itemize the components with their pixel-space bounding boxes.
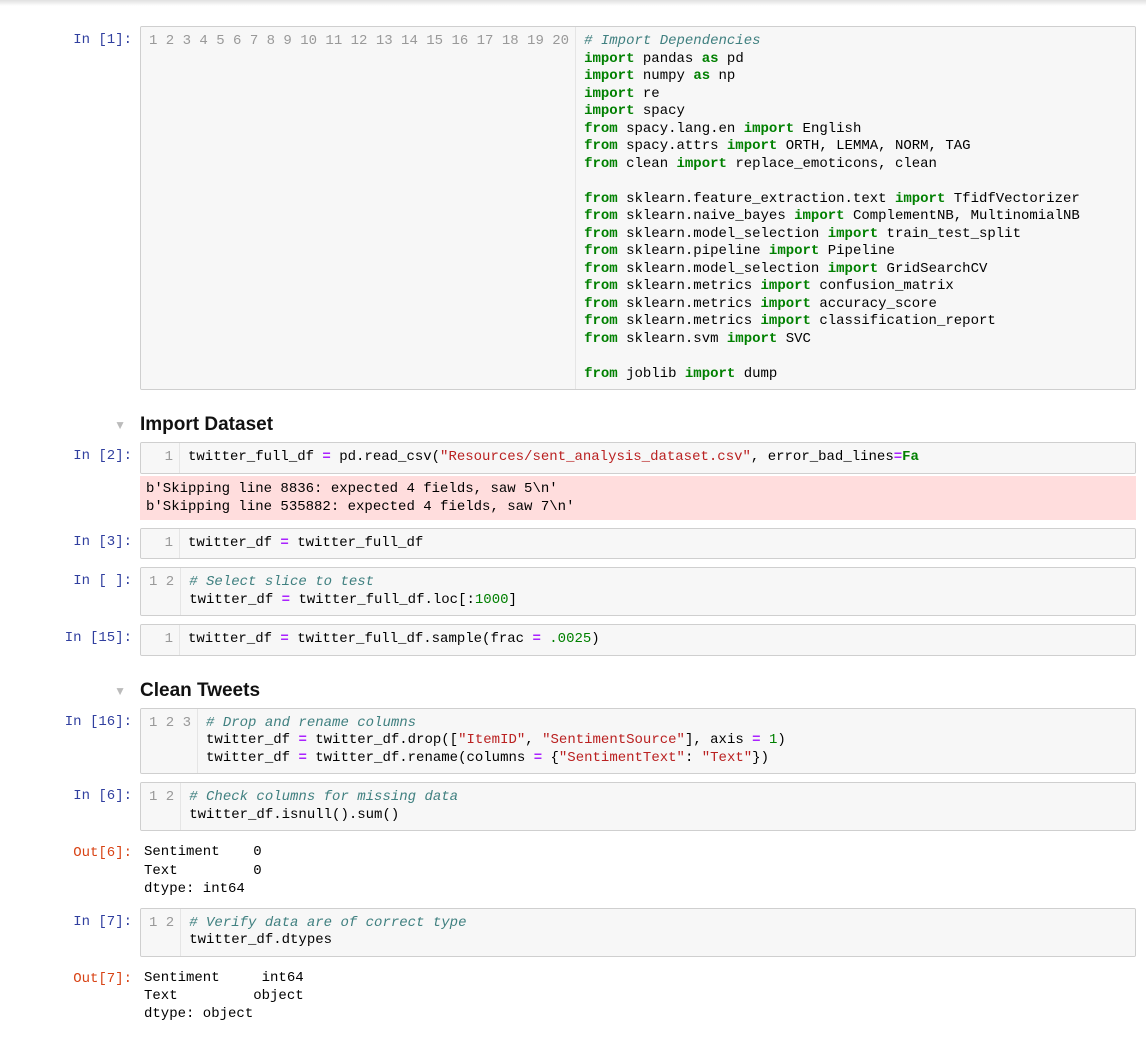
cell-content: 1 2 3 # Drop and rename columns twitter_… (140, 708, 1136, 775)
line-number-gutter: 1 2 (141, 783, 181, 830)
input-prompt: In [15]: (10, 624, 140, 656)
line-number-gutter: 1 2 3 4 5 6 7 8 9 10 11 12 13 14 15 16 1… (141, 27, 576, 389)
code-input-area[interactable]: 1 twitter_df = twitter_full_df.sample(fr… (140, 624, 1136, 656)
code-body[interactable]: twitter_df = twitter_full_df.sample(frac… (180, 625, 1135, 655)
code-input-area[interactable]: 1 twitter_df = twitter_full_df (140, 528, 1136, 560)
output-prompt: Out[7]: (10, 965, 140, 1026)
input-prompt: In [1]: (10, 26, 140, 390)
heading-text: Clean Tweets (140, 680, 260, 702)
output-prompt: Out[6]: (10, 839, 140, 900)
code-body[interactable]: # Import Dependencies import pandas as p… (576, 27, 1135, 389)
code-cell: In [15]: 1 twitter_df = twitter_full_df.… (10, 622, 1136, 658)
cell-content: 1 twitter_full_df = pd.read_csv("Resourc… (140, 442, 1136, 520)
collapse-toggle[interactable]: ▼ (10, 418, 140, 432)
line-number-gutter: 1 (141, 529, 180, 559)
code-input-area[interactable]: 1 2 # Check columns for missing data twi… (140, 782, 1136, 831)
cell-content: 1 2 # Select slice to test twitter_df = … (140, 567, 1136, 616)
collapse-toggle[interactable]: ▼ (10, 684, 140, 698)
chevron-down-icon: ▼ (114, 418, 126, 432)
heading-text: Import Dataset (140, 414, 273, 436)
cell-content: 1 twitter_df = twitter_full_df (140, 528, 1136, 560)
code-cell: In [16]: 1 2 3 # Drop and rename columns… (10, 706, 1136, 777)
code-body[interactable]: # Select slice to test twitter_df = twit… (181, 568, 1135, 615)
code-input-area[interactable]: 1 twitter_full_df = pd.read_csv("Resourc… (140, 442, 1136, 474)
code-body[interactable]: twitter_df = twitter_full_df (180, 529, 1135, 559)
code-body[interactable]: # Check columns for missing data twitter… (181, 783, 1135, 830)
code-input-area[interactable]: 1 2 3 # Drop and rename columns twitter_… (140, 708, 1136, 775)
stderr-output: b'Skipping line 8836: expected 4 fields,… (140, 476, 1136, 520)
line-number-gutter: 1 2 (141, 909, 181, 956)
cell-content: Sentiment int64 Text object dtype: objec… (140, 965, 1136, 1026)
code-body[interactable]: twitter_full_df = pd.read_csv("Resources… (180, 443, 1135, 473)
text-output: Sentiment int64 Text object dtype: objec… (140, 965, 1136, 1026)
code-body[interactable]: # Verify data are of correct type twitte… (181, 909, 1135, 956)
input-prompt: In [7]: (10, 908, 140, 957)
output-cell: Out[7]: Sentiment int64 Text object dtyp… (10, 963, 1136, 1028)
line-number-gutter: 1 2 (141, 568, 181, 615)
code-cell: In [ ]: 1 2 # Select slice to test twitt… (10, 565, 1136, 618)
code-body[interactable]: # Drop and rename columns twitter_df = t… (198, 709, 1135, 774)
chevron-down-icon: ▼ (114, 684, 126, 698)
code-input-area[interactable]: 1 2 3 4 5 6 7 8 9 10 11 12 13 14 15 16 1… (140, 26, 1136, 390)
line-number-gutter: 1 (141, 625, 180, 655)
input-prompt: In [3]: (10, 528, 140, 560)
input-prompt: In [6]: (10, 782, 140, 831)
input-prompt: In [ ]: (10, 567, 140, 616)
code-cell: In [6]: 1 2 # Check columns for missing … (10, 780, 1136, 833)
heading-cell: ▼ Clean Tweets (10, 680, 1136, 702)
cell-content: 1 2 # Verify data are of correct type tw… (140, 908, 1136, 957)
cell-content: Sentiment 0 Text 0 dtype: int64 (140, 839, 1136, 900)
code-cell: In [7]: 1 2 # Verify data are of correct… (10, 906, 1136, 959)
line-number-gutter: 1 (141, 443, 180, 473)
cell-content: 1 twitter_df = twitter_full_df.sample(fr… (140, 624, 1136, 656)
code-input-area[interactable]: 1 2 # Select slice to test twitter_df = … (140, 567, 1136, 616)
line-number-gutter: 1 2 3 (141, 709, 198, 774)
code-input-area[interactable]: 1 2 # Verify data are of correct type tw… (140, 908, 1136, 957)
notebook-container: In [1]: 1 2 3 4 5 6 7 8 9 10 11 12 13 14… (0, 6, 1146, 1052)
output-cell: Out[6]: Sentiment 0 Text 0 dtype: int64 (10, 837, 1136, 902)
input-prompt: In [16]: (10, 708, 140, 775)
code-cell: In [2]: 1 twitter_full_df = pd.read_csv(… (10, 440, 1136, 522)
text-output: Sentiment 0 Text 0 dtype: int64 (140, 839, 1136, 900)
cell-content: 1 2 3 4 5 6 7 8 9 10 11 12 13 14 15 16 1… (140, 26, 1136, 390)
input-prompt: In [2]: (10, 442, 140, 520)
code-cell: In [3]: 1 twitter_df = twitter_full_df (10, 526, 1136, 562)
heading-cell: ▼ Import Dataset (10, 414, 1136, 436)
code-cell: In [1]: 1 2 3 4 5 6 7 8 9 10 11 12 13 14… (10, 24, 1136, 392)
cell-content: 1 2 # Check columns for missing data twi… (140, 782, 1136, 831)
